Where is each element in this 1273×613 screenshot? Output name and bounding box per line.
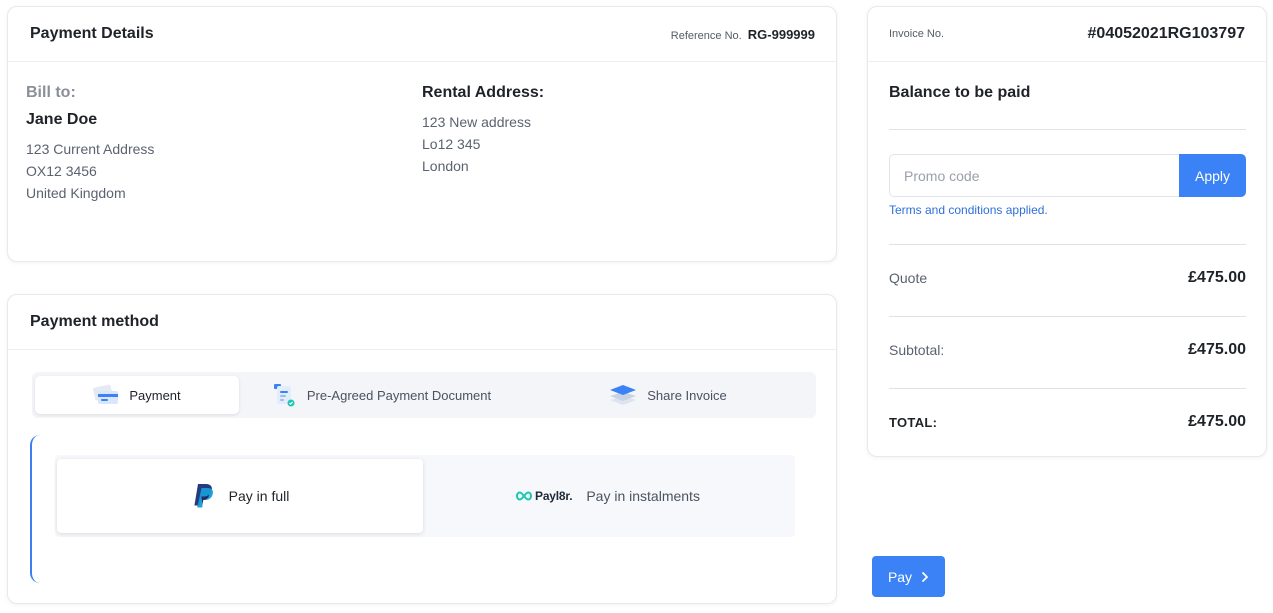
payl8r-logo-text: Payl8r.: [535, 489, 573, 503]
document-icon: [271, 382, 297, 408]
pay-button-label: Pay: [887, 568, 913, 585]
pay-button[interactable]: Pay: [872, 556, 945, 597]
promo-code-group: Apply: [889, 154, 1246, 197]
payment-method-tabs: Payment Pre-Agreed Payment Document Shar…: [32, 372, 816, 418]
rental-address-line: London: [422, 158, 469, 174]
tab-payment-label: Payment: [129, 387, 181, 403]
reference-number: Reference No. RG-999999: [671, 27, 815, 42]
quote-row: Quote £475.00: [889, 269, 1246, 287]
rental-address-section: Rental Address: 123 New address Lo12 345…: [422, 84, 818, 204]
tab-share-invoice[interactable]: Share Invoice: [523, 376, 813, 414]
layers-icon: [609, 383, 637, 407]
reference-value: RG-999999: [747, 26, 815, 42]
bill-to-section: Bill to: Jane Doe 123 Current Address OX…: [26, 84, 422, 204]
apply-button[interactable]: Apply: [1179, 154, 1246, 197]
payment-details-header: Payment Details Reference No. RG-999999: [8, 7, 836, 62]
subtotal-row: Subtotal: £475.00: [889, 341, 1246, 359]
divider: [889, 388, 1246, 389]
bill-to-line: OX12 3456: [26, 163, 97, 179]
payment-options-panel: Pay in full Payl8r. Pay in instalments: [30, 435, 820, 583]
divider: [889, 129, 1246, 130]
reference-label: Reference No.: [670, 29, 742, 42]
invoice-summary-card: Invoice No. #04052021RG103797 Balance to…: [867, 6, 1267, 457]
subtotal-value: £475.00: [1188, 341, 1246, 358]
pay-in-instalments-option[interactable]: Payl8r. Pay in instalments: [423, 459, 793, 533]
tab-pre-agreed-document[interactable]: Pre-Agreed Payment Document: [239, 376, 523, 414]
total-label: TOTAL:: [889, 414, 938, 430]
card-icon: [93, 384, 119, 406]
rental-address-label: Rental Address:: [422, 84, 545, 101]
total-value: £475.00: [1188, 413, 1246, 430]
divider: [889, 316, 1246, 317]
invoice-number: #04052021RG103797: [1087, 25, 1245, 42]
payment-method-title: Payment method: [30, 313, 159, 330]
payment-options: Pay in full Payl8r. Pay in instalments: [55, 455, 795, 537]
payl8r-logo: Payl8r.: [516, 489, 573, 503]
payment-details-title: Payment Details: [30, 25, 154, 42]
invoice-number-label: Invoice No.: [889, 28, 945, 40]
bill-to-line: 123 Current Address: [26, 141, 155, 157]
payment-method-header: Payment method: [8, 295, 836, 350]
invoice-header: Invoice No. #04052021RG103797: [868, 7, 1266, 62]
paypal-logo: [191, 483, 215, 509]
promo-code-input[interactable]: [889, 154, 1179, 197]
rental-address-line: Lo12 345: [422, 136, 481, 152]
pay-in-full-label: Pay in full: [228, 488, 290, 504]
pay-in-instalments-label: Pay in instalments: [586, 488, 700, 504]
divider: [889, 244, 1246, 245]
bill-to-name: Jane Doe: [26, 111, 98, 128]
subtotal-label: Subtotal:: [889, 342, 945, 358]
balance-title: Balance to be paid: [889, 84, 1031, 101]
tab-share-invoice-label: Share Invoice: [647, 387, 727, 403]
bill-to-label: Bill to:: [26, 84, 76, 101]
tab-pre-agreed-document-label: Pre-Agreed Payment Document: [306, 387, 492, 403]
payment-details-card: Payment Details Reference No. RG-999999 …: [7, 6, 837, 262]
quote-label: Quote: [889, 270, 928, 286]
total-row: TOTAL: £475.00: [889, 413, 1246, 431]
bill-to-line: United Kingdom: [26, 185, 126, 201]
chevron-right-icon: [921, 571, 929, 582]
rental-address-line: 123 New address: [422, 114, 531, 130]
payment-method-card: Payment method Payment Pre-Agreed Paymen…: [7, 294, 837, 604]
quote-value: £475.00: [1188, 269, 1246, 286]
tab-payment[interactable]: Payment: [35, 376, 239, 414]
pay-in-full-option[interactable]: Pay in full: [57, 459, 423, 533]
terms-link[interactable]: Terms and conditions applied.: [889, 203, 1048, 217]
